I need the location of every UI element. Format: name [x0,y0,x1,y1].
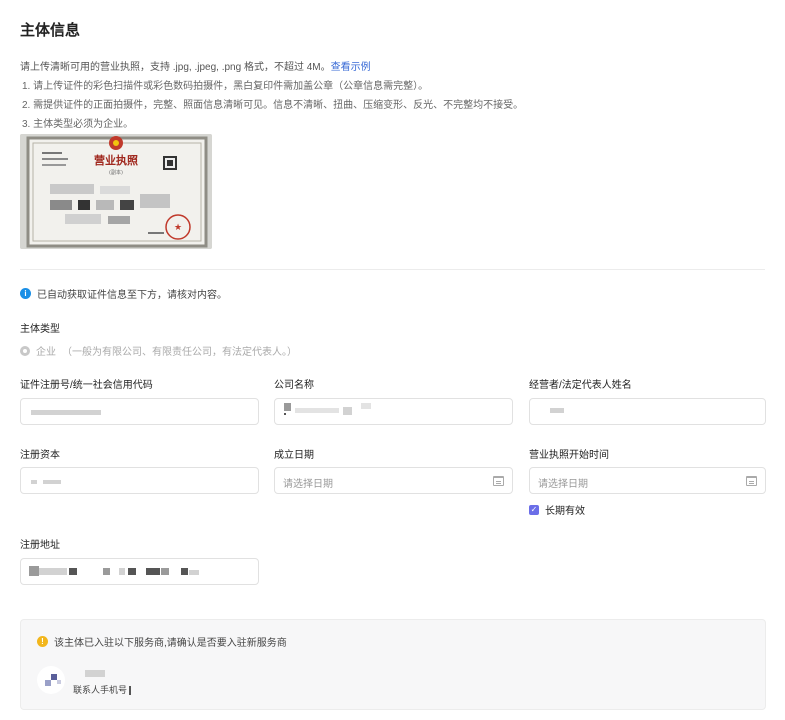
establish-date-placeholder: 请选择日期 [283,479,333,490]
company-name-input[interactable] [274,398,513,425]
info-icon: i [20,288,31,299]
business-license-preview: 营业执照 (副本) ★ [20,134,212,249]
redacted-avatar [45,680,51,686]
redacted-value [295,408,339,413]
company-name-label: 公司名称 [274,380,314,391]
redacted-value [119,568,125,575]
calendar-icon[interactable] [493,476,504,486]
license-heading: 营业执照 [94,153,138,167]
redacted-value [161,568,169,575]
redacted-value [43,480,61,484]
reg-capital-label: 注册资本 [20,450,60,461]
page-title: 主体信息 [20,22,81,39]
upload-rule-1: 1. 请上传证件的彩色扫描件或彩色数码拍摄件，黑白复印件需加盖公章（公章信息需完… [22,81,429,92]
contact-phone-label: 联系人手机号 [73,685,128,695]
redacted-value [284,413,286,415]
long-term-checkbox[interactable]: ✓ 长期有效 [529,502,585,517]
subject-type-option-hint: （一般为有限公司、有限责任公司，有法定代表人。） [62,347,297,358]
subject-type-option: 企业 [36,347,56,358]
redacted-value [181,568,188,575]
redacted-value [31,410,101,415]
redacted-value [69,568,77,575]
business-license-image[interactable]: 营业执照 (副本) ★ [20,134,212,249]
upload-rule-3: 3. 主体类型必须为企业。 [22,119,134,130]
warning-icon: ! [37,636,48,647]
redacted-avatar [57,680,61,684]
redacted-value [550,408,564,413]
calendar-icon[interactable] [746,476,757,486]
redacted-value [146,568,160,575]
redacted-phone [129,686,132,696]
redacted-value [29,566,39,576]
section-divider [20,269,765,270]
redacted-value [189,570,199,575]
long-term-label: 长期有效 [545,506,585,517]
reg-number-label: 证件注册号/统一社会信用代码 [20,380,153,391]
legal-rep-input[interactable] [529,398,766,425]
redacted-value [39,568,67,575]
redacted-value [103,568,110,575]
provider-notice: ! 该主体已入驻以下服务商,请确认是否要入驻新服务商 [37,634,287,649]
reg-capital-input[interactable] [20,467,259,494]
address-input[interactable] [20,558,259,585]
establish-date-picker[interactable]: 请选择日期 [274,467,513,494]
provider-contact-phone: 联系人手机号 [73,683,132,696]
provider-avatar[interactable] [37,666,65,694]
subject-type-label: 主体类型 [20,324,60,335]
redacted-value [284,403,291,411]
auto-fill-tip-text: 已自动获取证件信息至下方，请核对内容。 [37,290,227,301]
license-sub: (副本) [109,169,123,176]
auto-fill-tip: i 已自动获取证件信息至下方，请核对内容。 [20,286,227,301]
checkbox-checked-icon[interactable]: ✓ [529,504,539,515]
license-start-date-picker[interactable]: 请选择日期 [529,467,766,494]
upload-notes-intro: 请上传清晰可用的营业执照，支持 .jpg, .jpeg, .png 格式，不超过… [20,58,523,77]
legal-rep-label: 经营者/法定代表人姓名 [529,380,632,391]
redacted-value [128,568,136,575]
subject-type-radio[interactable]: 企业 （一般为有限公司、有限责任公司，有法定代表人。） [20,343,297,358]
provider-notice-box: ! 该主体已入驻以下服务商,请确认是否要入驻新服务商 联系人手机号 [20,619,766,710]
redacted-value [343,407,352,415]
redacted-value [31,480,37,484]
redacted-provider-name [85,670,105,677]
provider-notice-text: 该主体已入驻以下服务商,请确认是否要入驻新服务商 [54,638,287,649]
redacted-value [361,403,371,409]
address-label: 注册地址 [20,540,60,551]
reg-number-input[interactable] [20,398,259,425]
license-start-placeholder: 请选择日期 [538,479,588,490]
upload-notes: 请上传清晰可用的营业执照，支持 .jpg, .jpeg, .png 格式，不超过… [20,58,523,134]
upload-notes-intro-text: 请上传清晰可用的营业执照，支持 .jpg, .jpeg, .png 格式，不超过… [20,62,331,73]
view-example-link[interactable]: 查看示例 [331,62,371,73]
radio-button[interactable] [20,345,30,356]
upload-rule-2: 2. 需提供证件的正面拍摄件，完整、照面信息清晰可见。信息不清晰、扭曲、压缩变形… [22,100,524,111]
license-start-label: 营业执照开始时间 [529,450,609,461]
establish-date-label: 成立日期 [274,450,314,461]
svg-text:★: ★ [174,223,182,233]
